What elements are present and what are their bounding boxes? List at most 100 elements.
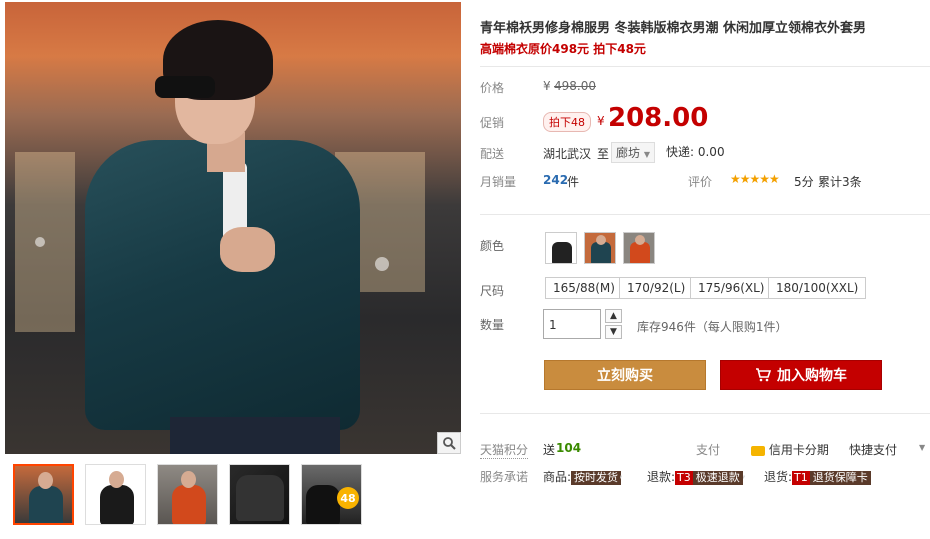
service-return-tag[interactable]: 退货保障卡 <box>809 471 871 485</box>
thumb-jacket <box>172 485 206 524</box>
thumb-head <box>181 471 196 488</box>
credit-installment-label: 信用卡分期 <box>768 443 829 457</box>
model-sunglasses <box>155 76 215 98</box>
chevron-down-icon: ▼ <box>610 327 617 337</box>
thumb-head <box>109 471 124 488</box>
reviews-link[interactable]: 累计3条 <box>818 173 862 190</box>
promo-currency: ¥ <box>597 114 605 128</box>
credit-installment[interactable]: 信用卡分期 <box>751 441 829 458</box>
thumbnail-5[interactable]: 48 <box>301 464 362 525</box>
model-hand <box>220 227 275 272</box>
service-label: 服务承诺 <box>480 470 529 484</box>
color-swatch-orange[interactable] <box>623 232 655 264</box>
service-return-label: 退货: <box>764 470 793 484</box>
rating-label: 评价 <box>688 175 713 189</box>
zoom-button[interactable] <box>437 432 461 454</box>
service-goods: 商品: 按时发货 <box>543 468 622 485</box>
separator: , <box>742 466 746 480</box>
quantity-label: 数量 <box>480 318 505 332</box>
chevron-up-icon: ▲ <box>610 311 617 321</box>
thumb-jacket <box>306 485 340 524</box>
price-badge: 48 <box>337 487 359 509</box>
quick-pay[interactable]: 快捷支付 <box>849 441 897 458</box>
sales-count: 242 <box>543 173 569 187</box>
add-to-cart-label: 加入购物车 <box>777 368 847 384</box>
separator: , <box>619 466 623 480</box>
add-to-cart-button[interactable]: 加入购物车 <box>720 360 882 390</box>
service-refund: 退款: T3 极速退款 <box>647 468 743 485</box>
promo-price: 208.00 <box>608 103 709 133</box>
model-figure <box>85 12 365 454</box>
thumbnail-2[interactable] <box>85 464 146 525</box>
swatch-jacket <box>552 242 572 263</box>
service-return: 退货: T1 退货保障卡 <box>764 468 871 485</box>
currency-symbol: ¥ <box>543 79 551 93</box>
size-label: 尺码 <box>480 284 505 298</box>
size-option[interactable]: 180/100(XXL) <box>768 277 867 299</box>
product-subtitle: 高端棉衣原价498元 拍下48元 <box>480 42 646 56</box>
chevron-down-icon[interactable]: ▼ <box>919 443 925 452</box>
price-label: 价格 <box>480 81 505 95</box>
product-gallery: 48 <box>5 2 461 525</box>
shipping-label: 配送 <box>480 147 505 161</box>
thumbnail-strip: 48 <box>5 464 461 525</box>
thumbnail-1[interactable] <box>13 464 74 525</box>
magnifier-icon <box>443 437 456 450</box>
size-option[interactable]: 170/92(L) <box>619 277 694 299</box>
thumb-jacket <box>29 486 63 523</box>
product-title: 青年棉袄男修身棉服男 冬装韩版棉衣男潮 休闲加厚立领棉衣外套男 <box>480 21 867 36</box>
points-label[interactable]: 天猫积分 <box>480 441 529 459</box>
service-return-num: T1 <box>792 471 810 485</box>
service-refund-tag[interactable]: 极速退款 <box>692 471 743 485</box>
background-window <box>15 152 75 332</box>
promo-tag: 拍下48 <box>543 112 591 132</box>
credit-card-icon <box>751 445 765 456</box>
shipping-to: 至 <box>597 147 610 161</box>
swatch-jacket <box>630 242 650 263</box>
thumbnail-3[interactable] <box>157 464 218 525</box>
service-refund-num: T3 <box>675 471 693 485</box>
express-fee: 快递: 0.00 <box>666 145 725 159</box>
thumb-jacket-detail <box>236 475 284 521</box>
divider <box>480 66 930 67</box>
thumb-jacket <box>100 485 134 524</box>
quantity-input[interactable]: 1 <box>543 309 601 339</box>
divider <box>480 214 930 215</box>
sales-unit: 件 <box>567 175 580 189</box>
divider <box>480 413 930 414</box>
model-jeans <box>170 417 340 454</box>
cart-icon <box>756 368 771 382</box>
quantity-decrease-button[interactable]: ▼ <box>605 325 622 339</box>
swatch-head <box>596 235 606 245</box>
rating-stars: ★★★★★ <box>730 172 780 186</box>
points-amount: 104 <box>556 441 582 455</box>
swatch-head <box>635 235 645 245</box>
promo-label: 促销 <box>480 116 505 130</box>
thumbnail-4[interactable] <box>229 464 290 525</box>
main-product-image[interactable] <box>5 2 461 454</box>
buy-now-button[interactable]: 立刻购买 <box>544 360 706 390</box>
service-refund-label: 退款: <box>647 470 676 484</box>
size-option[interactable]: 165/88(M) <box>545 277 623 299</box>
bokeh-light <box>35 237 45 247</box>
destination-value: 廊坊 <box>616 146 641 160</box>
sales-label: 月销量 <box>480 175 517 189</box>
color-swatch-blue[interactable] <box>584 232 616 264</box>
color-swatch-black[interactable] <box>545 232 577 264</box>
service-goods-tag[interactable]: 按时发货 <box>571 471 622 485</box>
color-label: 颜色 <box>480 239 505 253</box>
shipping-origin: 湖北武汉 <box>543 147 592 161</box>
bokeh-light <box>375 257 389 271</box>
product-page: 48 青年棉袄男修身棉服男 冬装韩版棉衣男潮 休闲加厚立领棉衣外套男 高端棉衣原… <box>0 0 930 539</box>
service-goods-label: 商品: <box>543 470 572 484</box>
swatch-jacket <box>591 242 611 263</box>
quantity-increase-button[interactable]: ▲ <box>605 309 622 323</box>
payment-label: 支付 <box>696 443 721 457</box>
thumb-head <box>38 472 53 489</box>
size-option[interactable]: 175/96(XL) <box>690 277 773 299</box>
points-give: 送 <box>543 443 556 457</box>
original-price: 498.00 <box>554 79 596 93</box>
chevron-down-icon: ▼ <box>643 150 650 159</box>
rating-score: 5分 <box>794 175 814 189</box>
destination-select[interactable]: 廊坊 ▼ <box>611 142 655 163</box>
